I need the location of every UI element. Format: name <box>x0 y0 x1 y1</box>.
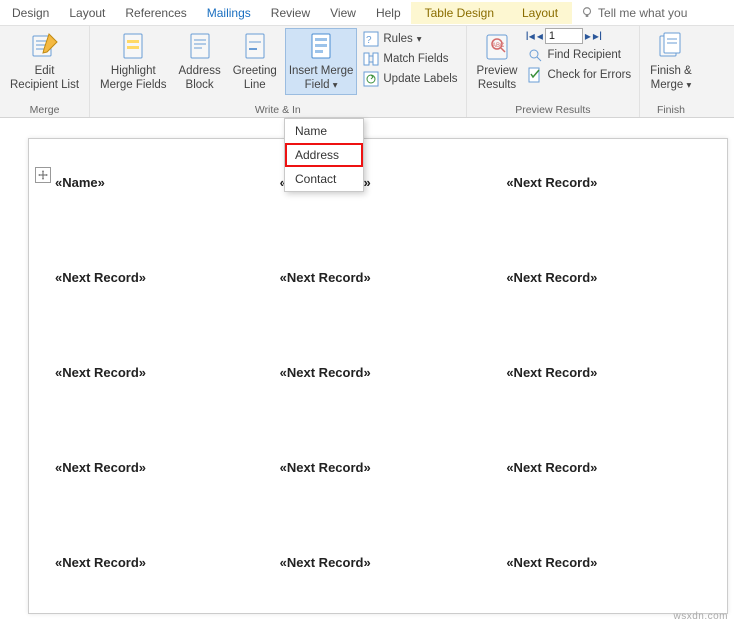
insert-merge-field-icon <box>305 30 337 62</box>
table-cell[interactable]: «Next Record» <box>49 549 276 644</box>
tell-me-text: Tell me what you <box>598 6 687 20</box>
table-cell[interactable]: «Next Record» <box>502 264 729 359</box>
highlight-merge-icon <box>117 30 149 62</box>
address-block-label2: Block <box>186 78 214 92</box>
watermark-text: wsxdn.com <box>673 611 728 622</box>
rules-button[interactable]: ? Rules ▾ <box>361 30 459 48</box>
finish-merge-label1: Finish & <box>650 64 692 78</box>
table-cell[interactable]: «Name» <box>49 169 276 264</box>
address-block-button[interactable]: Address Block <box>175 28 225 95</box>
tab-view[interactable]: View <box>320 2 366 24</box>
greeting-line-label2: Line <box>244 78 266 92</box>
tab-help[interactable]: Help <box>366 2 411 24</box>
find-recipient-label: Find Recipient <box>547 49 621 61</box>
preview-results-icon: ABC <box>481 30 513 62</box>
group-merge-label: Merge <box>30 102 60 116</box>
table-cell[interactable]: «Next Record» <box>276 264 503 359</box>
table-cell[interactable]: «Next Record» <box>276 454 503 549</box>
finish-merge-label2: Merge ▾ <box>651 78 692 92</box>
tab-table-design[interactable]: Table Design <box>411 2 508 24</box>
address-block-label1: Address <box>179 64 221 78</box>
tab-layout[interactable]: Layout <box>59 2 115 24</box>
finish-merge-icon <box>655 30 687 62</box>
insert-merge-field-button[interactable]: Insert Merge Field ▾ <box>285 28 358 95</box>
check-errors-icon <box>527 67 543 83</box>
find-recipient-button[interactable]: Find Recipient <box>525 46 633 64</box>
group-write-insert: Highlight Merge Fields Address Block Gre… <box>90 26 466 117</box>
tab-design[interactable]: Design <box>2 2 59 24</box>
table-cell[interactable]: «Next Record» <box>502 549 729 644</box>
table-cell[interactable]: «Next Record» <box>49 359 276 454</box>
find-recipient-icon <box>527 47 543 63</box>
group-write-insert-label: Write & In <box>255 102 301 116</box>
match-fields-button[interactable]: Match Fields <box>361 50 459 68</box>
highlight-merge-label1: Highlight <box>111 64 156 78</box>
greeting-line-label1: Greeting <box>233 64 277 78</box>
preview-results-label2: Results <box>478 78 516 92</box>
check-errors-label: Check for Errors <box>547 69 631 81</box>
dropdown-item-address[interactable]: Address <box>285 143 363 167</box>
match-fields-icon <box>363 51 379 67</box>
first-record-button[interactable]: I◂ <box>525 29 534 43</box>
label-table: «Name» «Next Record» «Next Record» «Next… <box>49 169 729 644</box>
group-preview-label: Preview Results <box>515 102 590 116</box>
group-merge: Edit Recipient List Merge <box>0 26 90 117</box>
update-labels-button[interactable]: Update Labels <box>361 70 459 88</box>
rules-label: Rules <box>383 33 412 45</box>
highlight-merge-label2: Merge Fields <box>100 78 166 92</box>
prev-record-button[interactable]: ◂ <box>537 29 543 43</box>
edit-recipient-list-button[interactable]: Edit Recipient List <box>6 28 83 95</box>
last-record-button[interactable]: ▸I <box>593 29 602 43</box>
group-finish: Finish & Merge ▾ Finish <box>640 26 702 117</box>
tab-mailings[interactable]: Mailings <box>197 2 261 24</box>
dropdown-item-contact[interactable]: Contact <box>285 167 363 191</box>
update-labels-icon <box>363 71 379 87</box>
check-errors-button[interactable]: Check for Errors <box>525 66 633 84</box>
record-nav: I◂ ◂ 1 ▸ ▸I <box>525 28 633 44</box>
match-fields-label: Match Fields <box>383 53 448 65</box>
edit-recipient-label1: Edit <box>35 64 55 78</box>
document-page[interactable]: «Name» «Next Record» «Next Record» «Next… <box>28 138 728 614</box>
table-cell[interactable]: «Next Record» <box>502 169 729 264</box>
group-preview-results: ABC Preview Results I◂ ◂ 1 ▸ ▸I Find Rec… <box>466 26 641 117</box>
table-cell[interactable]: «Next Record» <box>502 454 729 549</box>
document-area: «Name» «Next Record» «Next Record» «Next… <box>0 118 734 614</box>
tab-references[interactable]: References <box>115 2 196 24</box>
greeting-line-icon <box>239 30 271 62</box>
table-cell[interactable]: «Next Record» <box>502 359 729 454</box>
group-finish-label: Finish <box>657 102 685 116</box>
table-cell[interactable]: «Next Record» <box>276 549 503 644</box>
finish-merge-button[interactable]: Finish & Merge ▾ <box>646 28 696 95</box>
ribbon-body: Edit Recipient List Merge Highlight Merg… <box>0 26 734 118</box>
insert-merge-field-dropdown: Name Address Contact <box>284 118 364 192</box>
insert-merge-label1: Insert Merge <box>289 64 354 78</box>
table-cell[interactable]: «Next Record» <box>49 264 276 359</box>
svg-text:?: ? <box>366 35 372 46</box>
update-labels-label: Update Labels <box>383 73 457 85</box>
next-record-button[interactable]: ▸ <box>585 29 591 43</box>
record-number-input[interactable]: 1 <box>545 28 583 44</box>
tab-table-layout[interactable]: Layout <box>508 2 572 24</box>
edit-recipient-icon <box>29 30 61 62</box>
preview-results-button[interactable]: ABC Preview Results <box>473 28 522 95</box>
ribbon-tabs: Design Layout References Mailings Review… <box>0 0 734 26</box>
dropdown-item-name[interactable]: Name <box>285 119 363 143</box>
bulb-icon <box>580 6 594 20</box>
table-cell[interactable]: «Next Record» <box>49 454 276 549</box>
address-block-icon <box>184 30 216 62</box>
greeting-line-button[interactable]: Greeting Line <box>229 28 281 95</box>
table-cell[interactable]: «Next Record» <box>276 359 503 454</box>
rules-icon: ? <box>363 31 379 47</box>
highlight-merge-fields-button[interactable]: Highlight Merge Fields <box>96 28 170 95</box>
insert-merge-label2: Field ▾ <box>305 78 338 92</box>
svg-text:ABC: ABC <box>492 43 505 49</box>
edit-recipient-label2: Recipient List <box>10 78 79 92</box>
tell-me-box[interactable]: Tell me what you <box>572 6 687 20</box>
preview-results-label1: Preview <box>477 64 518 78</box>
tab-review[interactable]: Review <box>261 2 320 24</box>
table-move-handle[interactable] <box>35 167 51 183</box>
